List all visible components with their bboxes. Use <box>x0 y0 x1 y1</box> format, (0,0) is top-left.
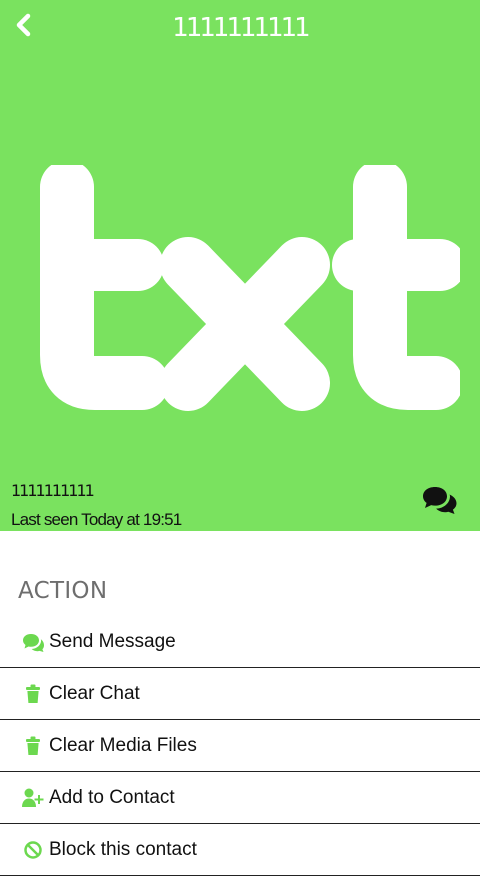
send-message-button[interactable]: Send Message <box>0 616 480 668</box>
chat-bubbles-icon <box>423 487 457 514</box>
chevron-left-icon <box>16 13 31 37</box>
clear-chat-label: Clear Chat <box>49 682 140 704</box>
block-icon <box>22 839 44 861</box>
add-contact-icon <box>22 787 44 809</box>
send-message-label: Send Message <box>49 630 176 652</box>
clear-chat-button[interactable]: Clear Chat <box>0 668 480 720</box>
profile-header: 1111111111 1111111111 Last seen Today at… <box>0 0 480 531</box>
block-contact-label: Block this contact <box>49 838 197 860</box>
last-seen-status: Last seen Today at 19:51 <box>11 510 182 529</box>
trash-icon <box>22 683 44 705</box>
back-button[interactable] <box>8 8 40 42</box>
nav-title: 1111111111 <box>172 13 310 43</box>
txt-logo <box>40 165 460 411</box>
add-to-contact-button[interactable]: Add to Contact <box>0 772 480 824</box>
block-contact-button[interactable]: Block this contact <box>0 824 480 876</box>
add-to-contact-label: Add to Contact <box>49 786 175 808</box>
clear-media-files-button[interactable]: Clear Media Files <box>0 720 480 772</box>
action-section-title: ACTION <box>18 578 108 604</box>
chat-bubble-icon <box>22 631 44 653</box>
clear-media-files-label: Clear Media Files <box>49 734 197 756</box>
open-chat-button[interactable] <box>420 483 460 517</box>
trash-icon <box>22 735 44 757</box>
action-list: Send Message Clear Chat Clear Media File… <box>0 616 480 876</box>
contact-number: 1111111111 <box>11 481 95 500</box>
